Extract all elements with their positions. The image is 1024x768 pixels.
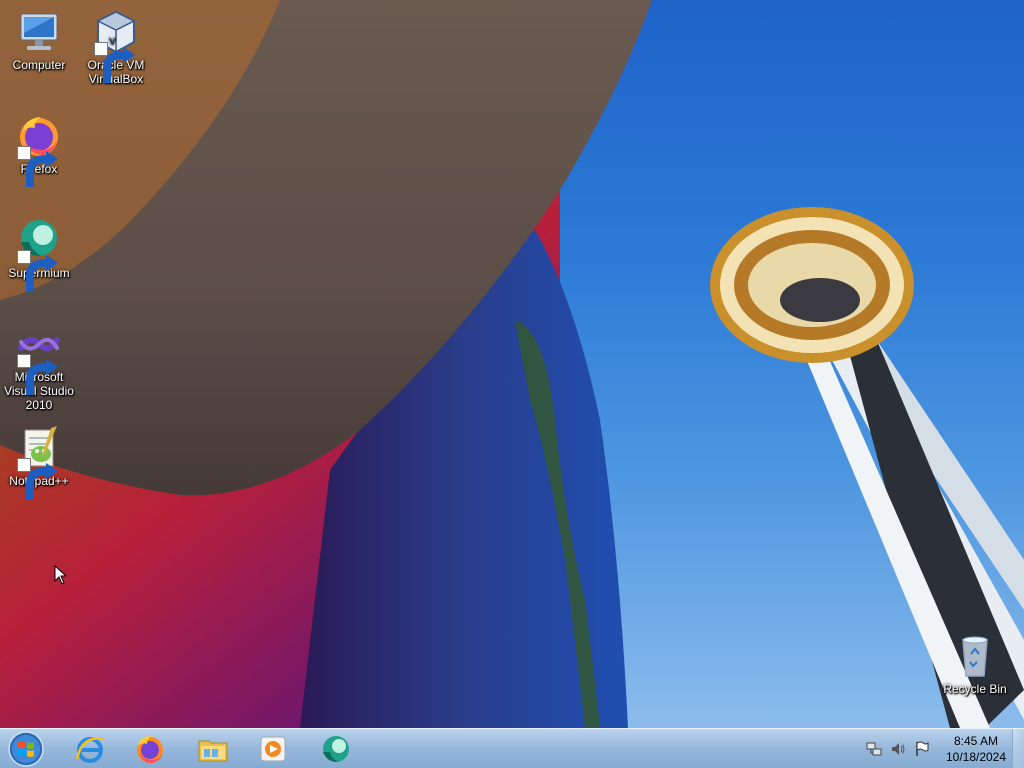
desktop-icon-virtualbox[interactable]: V Oracle VM VirtualBox	[78, 8, 154, 86]
volume-icon[interactable]	[890, 741, 906, 757]
shortcut-arrow-icon	[94, 42, 135, 83]
start-button[interactable]	[6, 730, 46, 768]
mouse-cursor-icon	[54, 565, 66, 585]
system-tray: 8:45 AM 10/18/2024	[860, 729, 1024, 768]
wallpaper-art	[0, 0, 1024, 728]
shortcut-arrow-icon	[17, 354, 58, 395]
notepadpp-icon	[15, 424, 63, 499]
taskbar-internet-explorer[interactable]	[62, 731, 118, 767]
windows-start-icon	[8, 731, 44, 767]
desktop-icon-recycle-bin[interactable]: Recycle Bin	[937, 632, 1013, 696]
show-desktop-button[interactable]	[1012, 729, 1024, 768]
taskbar-windows-explorer[interactable]	[185, 731, 241, 767]
taskbar-media-player[interactable]	[245, 731, 301, 767]
desktop-icon-label: Computer	[12, 58, 66, 72]
action-center-flag-icon[interactable]	[914, 741, 930, 757]
supermium-icon	[323, 736, 349, 762]
network-icon[interactable]	[866, 741, 882, 757]
recycle-bin-icon	[951, 632, 999, 680]
supermium-icon	[15, 216, 63, 291]
desktop-wallpaper	[0, 0, 1024, 728]
desktop-icon-supermium[interactable]: Supermium	[1, 216, 77, 291]
folder-icon	[198, 740, 228, 762]
virtualbox-icon: V	[92, 8, 140, 83]
taskbar-firefox[interactable]	[122, 731, 178, 767]
shortcut-arrow-icon	[17, 250, 58, 291]
clock-time: 8:45 AM	[953, 734, 999, 748]
firefox-icon	[137, 736, 163, 763]
taskbar: 8:45 AM 10/18/2024	[0, 728, 1024, 768]
shortcut-arrow-icon	[17, 458, 58, 499]
desktop-icon-firefox[interactable]: Firefox	[1, 112, 77, 187]
computer-icon	[15, 8, 63, 56]
desktop-icon-label: Recycle Bin	[943, 682, 1007, 696]
taskbar-clock[interactable]: 8:45 AM 10/18/2024	[936, 733, 1016, 765]
firefox-icon	[15, 112, 63, 187]
shortcut-arrow-icon	[17, 146, 58, 187]
desktop-icon-notepadpp[interactable]: Notepad++	[1, 424, 77, 499]
desktop-icon-visual-studio[interactable]: Microsoft Visual Studio 2010	[1, 320, 77, 412]
taskbar-supermium[interactable]	[308, 731, 364, 767]
media-player-icon	[260, 736, 286, 762]
internet-explorer-icon	[75, 737, 105, 763]
desktop-icon-computer[interactable]: Computer	[1, 8, 77, 72]
visual-studio-icon	[15, 320, 63, 395]
clock-date: 10/18/2024	[945, 750, 1007, 764]
